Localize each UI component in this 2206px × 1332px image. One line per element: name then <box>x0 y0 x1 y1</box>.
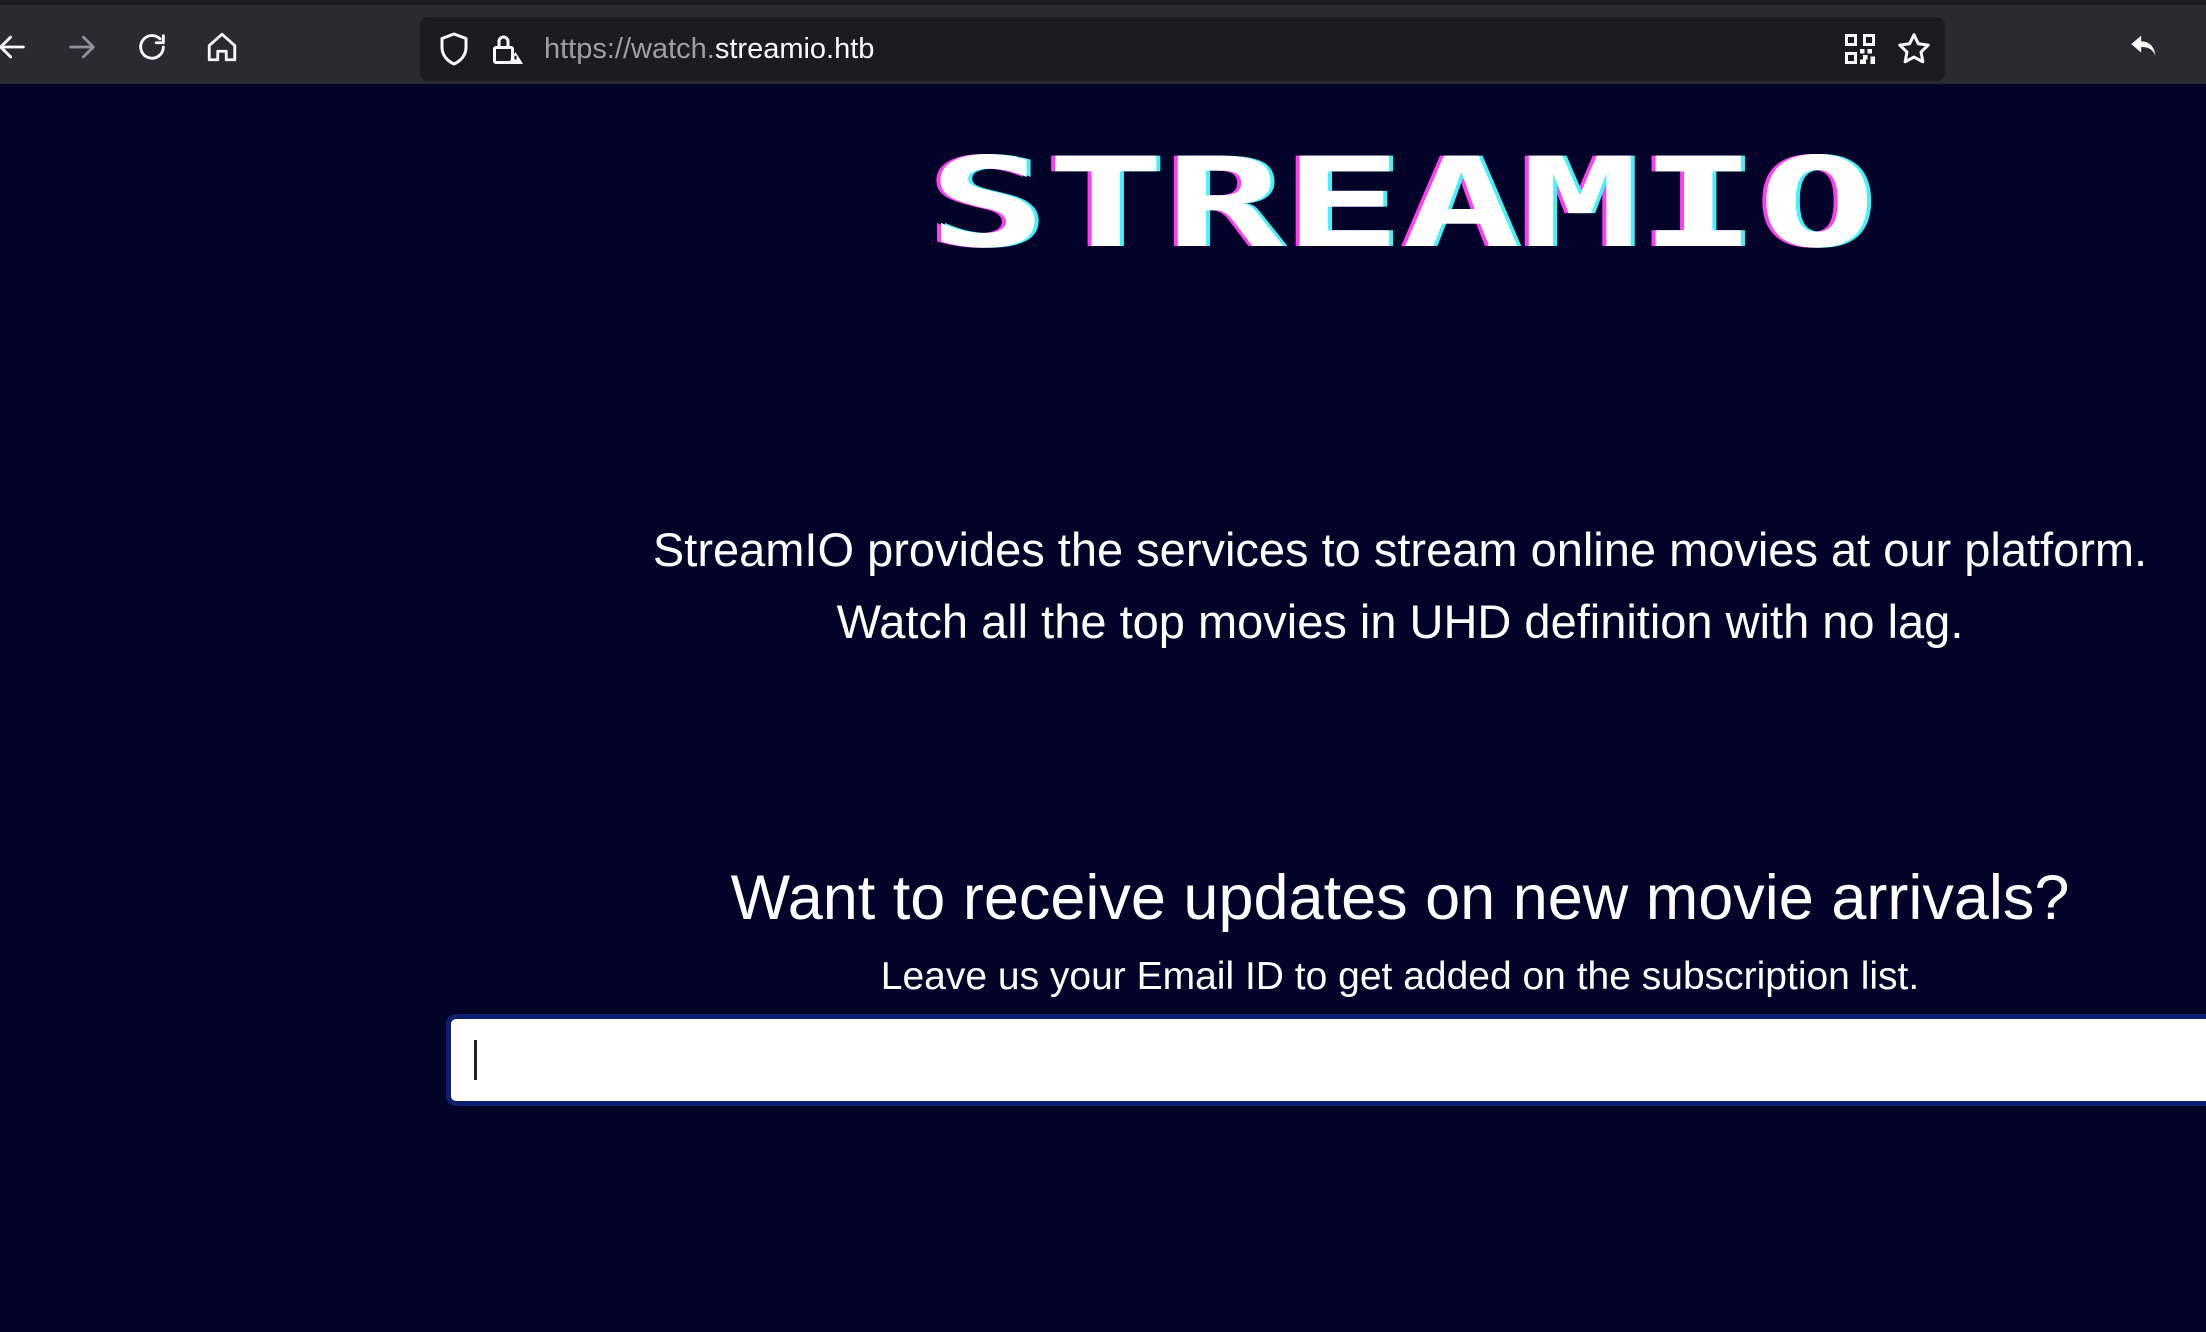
url-domain: streamio.htb <box>714 33 875 65</box>
insecure-lock-icon[interactable] <box>490 31 526 67</box>
back-icon <box>0 35 25 59</box>
streamio-logo: STREAMIO STREAMIO STREAMIO <box>924 150 1880 260</box>
subscribe-headline: Want to receive updates on new movie arr… <box>730 863 2070 933</box>
subscribe-subheadline: Leave us your Email ID to get added on t… <box>880 955 1920 998</box>
undo-button[interactable] <box>2124 27 2164 67</box>
back-button[interactable] <box>0 27 32 67</box>
home-button[interactable] <box>202 27 242 67</box>
forward-icon <box>69 35 95 59</box>
address-bar[interactable]: https://watch.streamio.htb <box>420 17 1945 81</box>
shield-icon[interactable] <box>436 31 472 67</box>
description-line-2: Watch all the top movies in UHD definiti… <box>836 595 1964 648</box>
forward-button[interactable] <box>62 27 102 67</box>
bookmark-star-icon[interactable] <box>1896 31 1932 67</box>
url-text[interactable]: https://watch.streamio.htb <box>544 17 874 81</box>
url-prefix: https://watch. <box>544 33 715 65</box>
home-icon <box>207 32 237 62</box>
page-content <box>0 84 2206 1332</box>
description-line-1: StreamIO provides the services to stream… <box>652 523 2148 576</box>
text-caret <box>474 1040 477 1080</box>
reload-icon <box>139 34 165 60</box>
email-input[interactable] <box>446 1014 2206 1106</box>
logo-layer-white: STREAMIO <box>928 150 1876 260</box>
qr-code-icon[interactable] <box>1842 31 1878 67</box>
browser-toolbar: https://watch.streamio.htb <box>0 0 2206 84</box>
undo-icon <box>2131 35 2156 56</box>
reload-button[interactable] <box>132 27 172 67</box>
